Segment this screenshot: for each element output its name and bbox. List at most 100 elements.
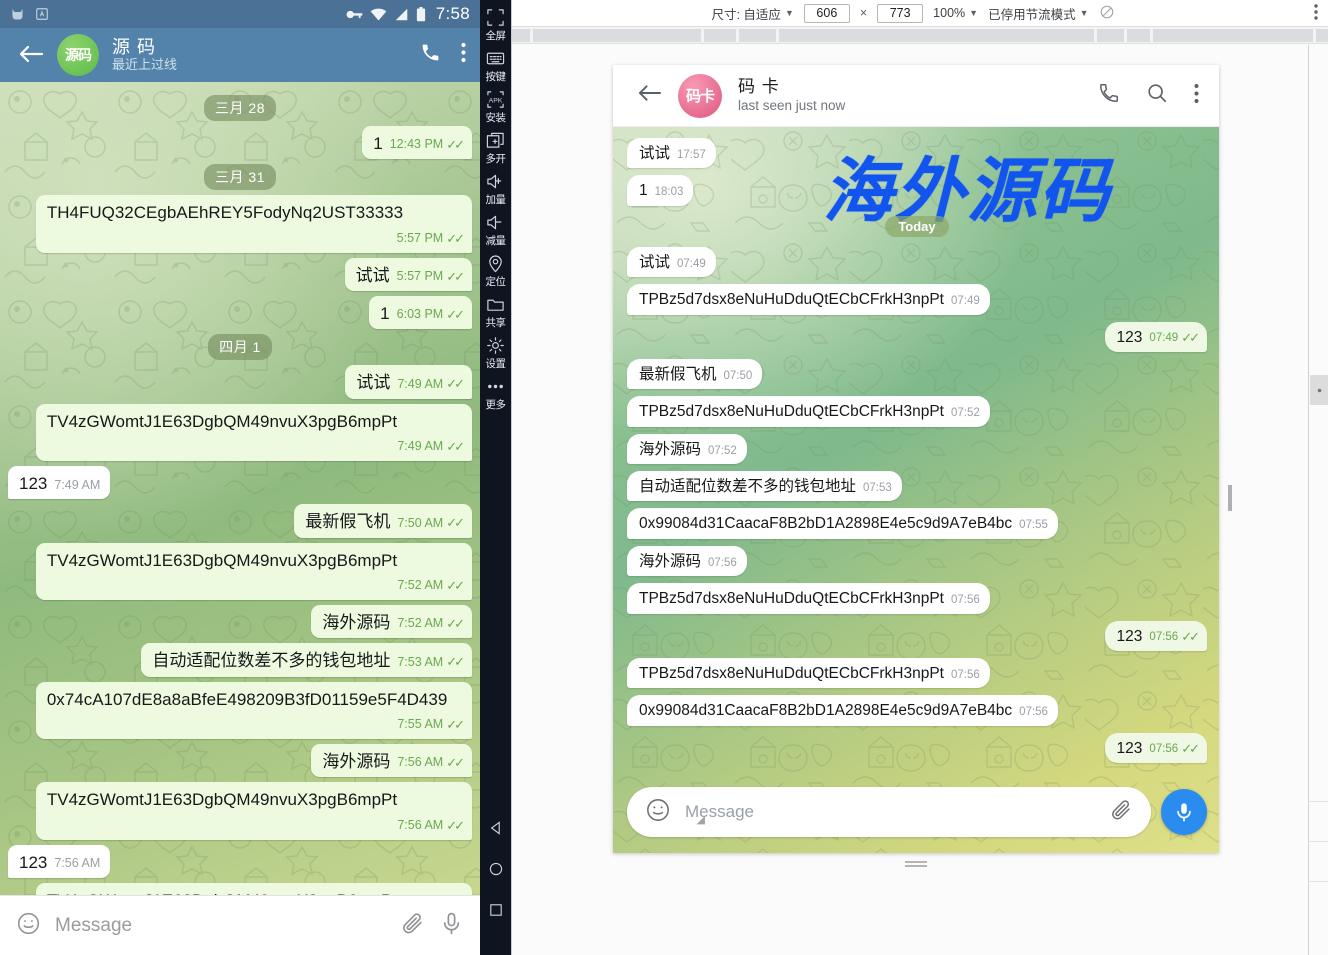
read-receipt-icon: ✓✓ [1181,329,1200,345]
message-bubble[interactable]: TH4FUQ32CEgbAEhREY5FodyNq2UST33333 5:57 P… [35,195,472,253]
throttling-selector[interactable]: 已停用节流模式 ▼ [988,4,1088,23]
message-bubble[interactable]: 最新假飞机 7:50 AM ✓✓ [294,504,472,538]
search-icon[interactable] [1146,82,1168,109]
message-bubble[interactable]: 1 6:03 PM ✓✓ [369,296,472,330]
back-arrow-icon[interactable] [637,83,662,108]
android-home-icon[interactable] [488,861,504,880]
kebab-menu-icon[interactable] [1194,83,1199,109]
android-back-icon[interactable] [488,820,504,839]
phone-icon[interactable] [1098,82,1120,109]
message-bubble[interactable]: 试试 7:49 AM ✓✓ [345,365,472,399]
device-corner-resize-handle[interactable]: ◢ [697,813,705,826]
tool-多开[interactable]: 多开 [486,127,506,168]
message-meta: 07:49 [677,257,706,271]
message-bubble[interactable]: 0x74cA107dE8a8aBfeE498209B3fD01159e5F4D4… [35,681,472,739]
read-receipt-icon: ✓✓ [446,230,465,246]
android-recents-icon[interactable] [488,902,504,921]
message-list[interactable]: 三月 28 1 12:43 PM ✓✓ 三月 31 TH4FUQ32CEgbAEhREY5… [0,82,480,921]
viewport-width-input[interactable] [803,3,850,23]
message-bubble[interactable]: 最新假飞机 07:50 [627,358,763,390]
message-text: 试试 [639,253,671,271]
message-meta: 07:56 ✓✓ [1149,629,1200,645]
tool-安装[interactable]: APK 安装 [486,86,506,127]
kebab-menu-icon[interactable] [1314,3,1318,23]
device-resize-footer[interactable] [613,853,1219,871]
no-throttle-icon[interactable] [1099,4,1115,23]
tool-按键[interactable]: 按键 [486,45,506,86]
message-bubble[interactable]: 海外源码 7:56 AM ✓✓ [311,744,472,778]
paperclip-icon[interactable] [1109,798,1133,827]
message-bubble[interactable]: 123 7:56 AM [8,844,111,878]
smiley-icon[interactable] [645,797,671,828]
message-bubble[interactable]: 海外源码 7:52 AM ✓✓ [311,605,472,639]
message-bubble[interactable]: 123 07:56 ✓✓ [1104,620,1207,651]
paperclip-icon[interactable] [400,911,425,941]
message-bubble[interactable]: 1 12:43 PM ✓✓ [362,126,472,160]
message-bubble[interactable]: 123 7:49 AM [8,466,111,500]
tool-设置[interactable]: 设置 [486,332,506,373]
message-meta: 7:50 AM ✓✓ [397,515,465,531]
viewport-height-input[interactable] [877,3,924,23]
phone-icon[interactable] [420,42,441,68]
message-bubble[interactable]: 1 18:03 [627,175,694,206]
message-bubble[interactable]: TV4zGWomtJ1E63DgbQM49nvuX3pgB6mpPt 7:49 A… [35,403,472,461]
message-input-bar[interactable]: Message [0,895,480,955]
microphone-icon[interactable] [439,911,464,941]
device-mode-toolbar[interactable]: 尺寸: 自适应 ▼ × 100% ▼ 已停用节流模式 ▼ [512,0,1328,27]
tool-全屏[interactable]: 全屏 [486,4,506,45]
message-bubble[interactable]: 试试 5:57 PM ✓✓ [344,257,472,291]
message-bubble[interactable]: 0x99084d31CaacaF8B2bD1A2898E4e5c9d9A7eB4… [627,695,1058,726]
message-meta: 7:49 AM ✓✓ [397,439,465,455]
chat-title-block[interactable]: 源 码 最近上过线 [112,37,177,73]
device-size-selector[interactable]: 尺寸: 自适应 ▼ [711,4,793,23]
tool-减量[interactable]: 减量 [486,209,506,250]
message-bubble[interactable]: TPBz5d7dsx8eNuHuDduQtECbCFrkH3npPt 07:49 [627,284,990,315]
message-meta: 07:50 [724,369,753,383]
device-message-list[interactable]: 试试 17:57 1 18:03 Today 试试 07:49 TPBz5d7dsx8eNuH… [613,127,1219,853]
emulator-tool-sidebar[interactable]: 全屏 按键 APK 安装 多开 加量 减量 定位共享设置 更多 [480,0,511,955]
viewport-ruler[interactable] [512,27,1328,44]
message-input-placeholder[interactable]: Message [685,802,1095,822]
message-bubble[interactable]: 0x99084d31CaacaF8B2bD1A2898E4e5c9d9A7eB4… [627,508,1058,539]
message-bubble[interactable]: TPBz5d7dsx8eNuHuDduQtECbCFrkH3npPt 07:52 [627,396,990,427]
message-text: TV4zGWomtJ1E63DgbQM49nvuX3pgB6mpPt [46,411,398,431]
smiley-icon[interactable] [16,911,41,941]
zoom-selector[interactable]: 100% ▼ [933,6,978,20]
tool-更多[interactable]: 更多 [486,373,506,414]
device-resize-grabber[interactable] [905,861,927,863]
tool-加量[interactable]: 加量 [486,168,506,209]
devtools-device-pane: 尺寸: 自适应 ▼ × 100% ▼ 已停用节流模式 ▼ [511,0,1328,955]
message-bubble[interactable]: TPBz5d7dsx8eNuHuDduQtECbCFrkH3npPt 07:56 [627,657,990,689]
message-input-placeholder[interactable]: Message [55,915,386,937]
message-bubble[interactable]: 试试 07:49 [627,246,716,278]
kebab-menu-icon[interactable] [461,42,466,68]
android-nav-buttons[interactable] [480,820,511,955]
tool-label: 共享 [485,317,507,329]
message-bubble[interactable]: 试试 17:57 [627,138,716,169]
avatar[interactable]: 源码 [57,34,99,76]
scrollbar-thumb[interactable] [1310,375,1328,405]
page-scrollbar[interactable] [1308,45,1328,955]
message-bubble[interactable]: 自动适配位数差不多的钱包地址 7:53 AM ✓✓ [141,643,472,677]
device-message-input-bar[interactable]: Message [627,787,1207,837]
message-bubble[interactable]: 123 07:56 ✓✓ [1104,732,1207,763]
message-bubble[interactable]: 123 07:49 ✓✓ [1104,321,1207,352]
dimension-separator: × [859,6,868,20]
chevron-down-icon: ▼ [1079,8,1089,18]
avatar[interactable]: 码卡 [678,73,722,118]
message-bubble[interactable]: TV4zGWomtJ1E63DgbQM49nvuX3pgB6mpPt 7:52 A… [35,542,472,600]
microphone-icon[interactable] [1161,789,1207,835]
back-arrow-icon[interactable] [18,42,44,68]
message-time: 7:49 AM [54,477,101,492]
message-bubble[interactable]: 自动适配位数差不多的钱包地址 07:53 [627,471,902,502]
message-bubble[interactable]: TV4zGWomtJ1E63DgbQM49nvuX3pgB6mpPt 7:56 A… [35,782,472,840]
message-bubble[interactable]: 海外源码 07:52 [627,433,747,464]
message-bubble[interactable]: TPBz5d7dsx8eNuHuDduQtECbCFrkH3npPt 07:56 [627,583,990,614]
tool-共享[interactable]: 共享 [486,291,506,332]
device-width-resize-handle[interactable] [1228,485,1232,511]
message-text: 海外源码 [639,440,702,458]
message-bubble[interactable]: 海外源码 07:56 [627,545,747,577]
chat-title-block[interactable]: 码 卡 last seen just now [738,77,845,114]
tool-定位[interactable]: 定位 [486,250,506,291]
app-icon-cat [10,7,25,22]
